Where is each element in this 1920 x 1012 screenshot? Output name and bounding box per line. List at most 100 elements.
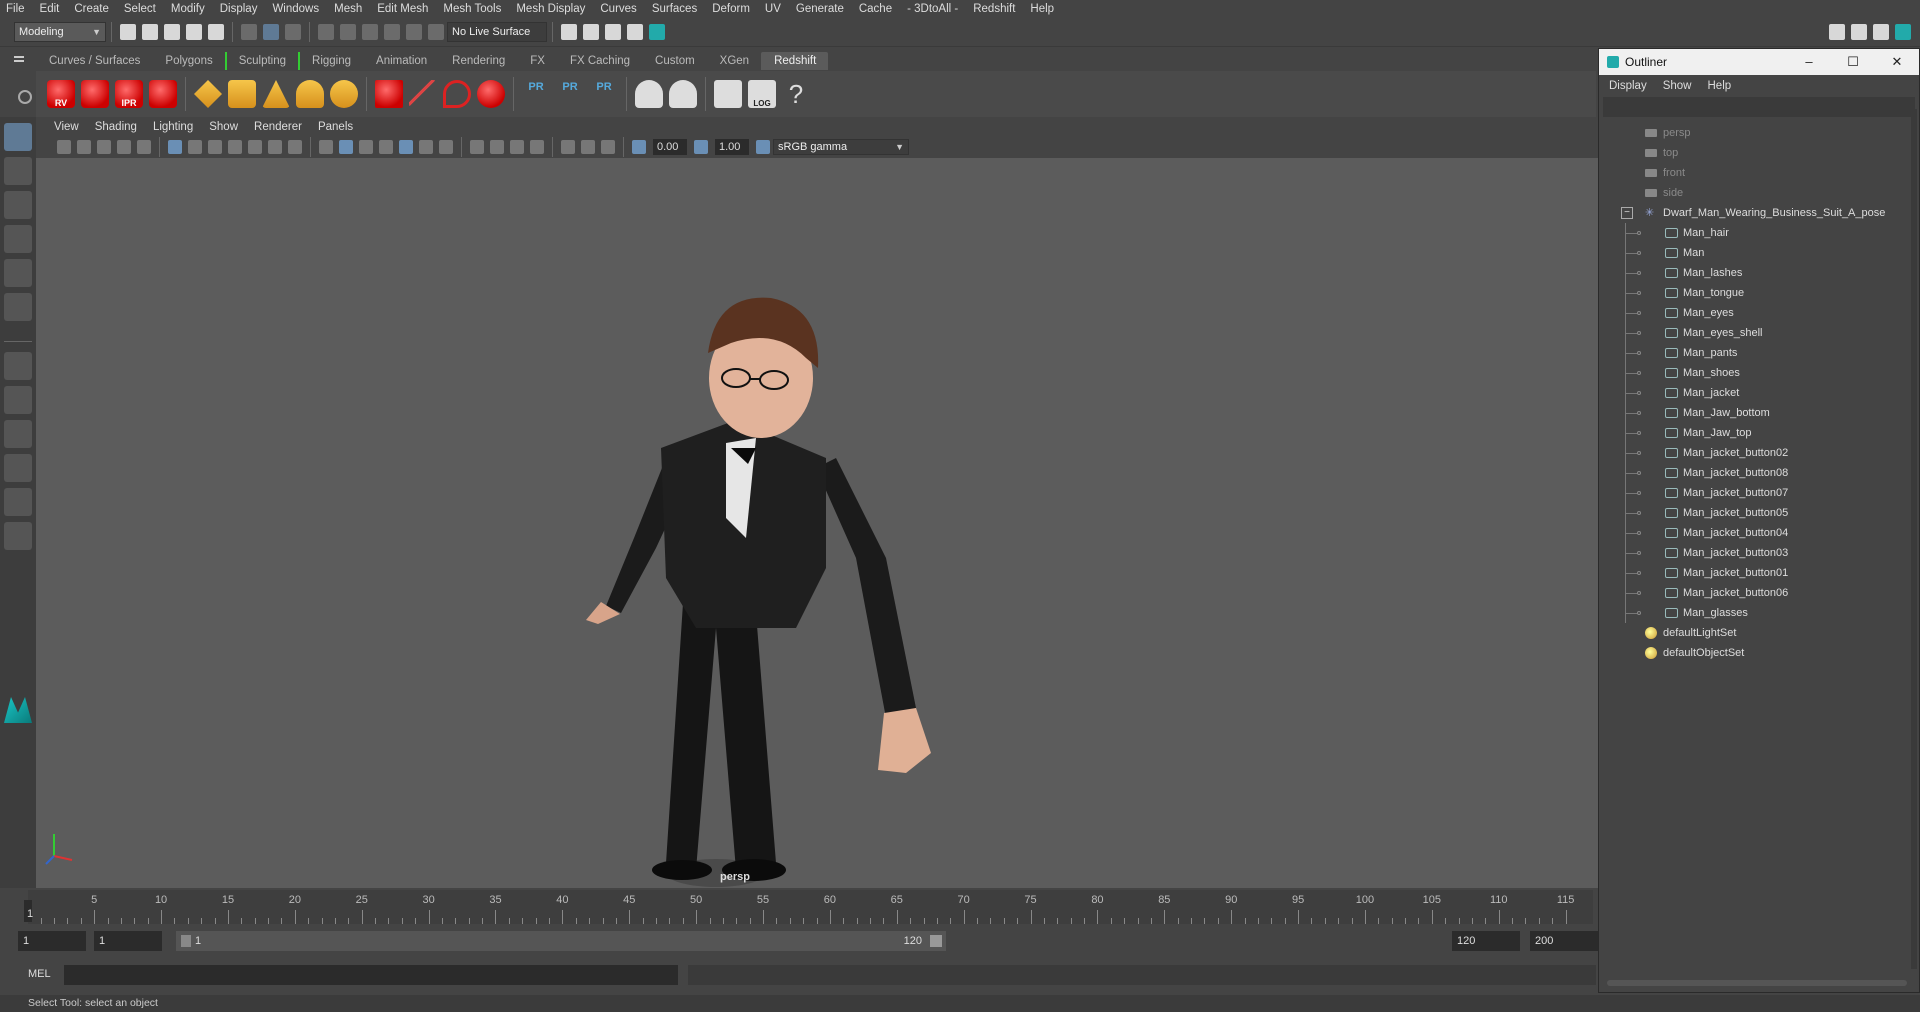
textured-icon[interactable] <box>399 140 413 154</box>
select-component-icon[interactable] <box>285 23 301 40</box>
render-frame-icon[interactable] <box>583 23 599 40</box>
snap-surface-icon[interactable] <box>406 23 422 40</box>
backface-icon[interactable] <box>601 140 615 154</box>
menu-15[interactable]: Generate <box>796 3 844 15</box>
menu-12[interactable]: Surfaces <box>652 3 697 15</box>
menu-17[interactable]: - 3DtoAll - <box>907 3 958 15</box>
workspace-icon[interactable] <box>1829 23 1845 40</box>
color-management-icon[interactable] <box>756 140 770 154</box>
move-tool-icon[interactable] <box>4 225 32 253</box>
shelf-tab-4[interactable]: Animation <box>363 52 439 70</box>
gamma-field[interactable]: 1.00 <box>715 139 749 155</box>
film-gate-icon[interactable] <box>188 140 202 154</box>
exposure-icon[interactable] <box>632 140 646 154</box>
outliner-filter[interactable] <box>1603 97 1915 117</box>
menu-19[interactable]: Help <box>1030 3 1054 15</box>
wireframe-icon[interactable] <box>319 140 333 154</box>
menu-2[interactable]: Create <box>74 3 109 15</box>
outliner-mesh-Man_Jaw_top[interactable]: Man_Jaw_top <box>1599 423 1919 443</box>
outliner-set-defaultLightSet[interactable]: defaultLightSet <box>1599 623 1919 643</box>
outliner-mesh-Man_jacket[interactable]: Man_jacket <box>1599 383 1919 403</box>
menu-5[interactable]: Display <box>220 3 258 15</box>
shelf-tab-2[interactable]: Sculpting <box>224 52 298 70</box>
image-plane-icon[interactable] <box>117 140 131 154</box>
shelf-tab-5[interactable]: Rendering <box>439 52 517 70</box>
command-input[interactable] <box>64 965 678 985</box>
time-slider[interactable]: 1 5 10 15 20 25 30 35 40 45 50 55 60 65 70 75 80 85 90 95 1… <box>0 888 1600 926</box>
panel-menu-5[interactable]: Panels <box>318 121 353 133</box>
render-settings-icon[interactable] <box>561 23 577 40</box>
grid-toggle-icon[interactable] <box>168 140 182 154</box>
outliner-mesh-Man_Jaw_bottom[interactable]: Man_Jaw_bottom <box>1599 403 1919 423</box>
ipr-shelf-icon[interactable]: IPR <box>115 80 143 108</box>
menu-7[interactable]: Mesh <box>334 3 362 15</box>
grid-light-icon[interactable] <box>228 80 256 108</box>
outliner-mesh-Man_eyes_shell[interactable]: Man_eyes_shell <box>1599 323 1919 343</box>
use-lights-icon[interactable] <box>419 140 433 154</box>
outliner-menu-2[interactable]: Help <box>1708 80 1732 92</box>
teapot-icon-2[interactable] <box>669 80 697 108</box>
camera-attributes-icon[interactable] <box>77 140 91 154</box>
minimize-icon[interactable]: – <box>1787 54 1831 70</box>
proxy-icon[interactable] <box>375 80 403 108</box>
redshift-render-icon[interactable] <box>649 23 665 40</box>
channel-box-icon[interactable] <box>1873 23 1889 40</box>
single-view-layout-icon[interactable] <box>4 352 32 380</box>
outliner-mesh-Man_tongue[interactable]: Man_tongue <box>1599 283 1919 303</box>
more-layouts-icon[interactable] <box>4 556 32 584</box>
panel-menu-0[interactable]: View <box>54 121 79 133</box>
panel-menu-4[interactable]: Renderer <box>254 121 302 133</box>
outliner-set-defaultObjectSet[interactable]: defaultObjectSet <box>1599 643 1919 663</box>
select-tool-icon[interactable] <box>4 123 32 151</box>
render-shelf-icon[interactable] <box>81 80 109 108</box>
new-scene-icon[interactable] <box>120 23 136 40</box>
range-end-handle[interactable] <box>930 935 942 947</box>
menu-18[interactable]: Redshift <box>973 3 1015 15</box>
menu-9[interactable]: Mesh Tools <box>443 3 501 15</box>
outliner-camera-front[interactable]: front <box>1599 163 1919 183</box>
menu-0[interactable]: File <box>6 3 25 15</box>
outliner-mesh-Man_jacket_button03[interactable]: Man_jacket_button03 <box>1599 543 1919 563</box>
hair-icon[interactable] <box>409 80 437 108</box>
log-icon[interactable]: LOG <box>748 80 776 108</box>
panel-menu-2[interactable]: Lighting <box>153 121 193 133</box>
exposure-field[interactable]: 0.00 <box>653 139 687 155</box>
shelf-tab-0[interactable]: Curves / Surfaces <box>36 52 152 70</box>
grease-pencil-icon[interactable] <box>137 140 151 154</box>
range-slider[interactable]: 1 120 <box>176 931 946 951</box>
pr-icon-2[interactable]: PR <box>556 80 584 108</box>
hypershade-layout-icon[interactable] <box>4 522 32 550</box>
outliner-menu-0[interactable]: Display <box>1609 80 1647 92</box>
field-chart-icon[interactable] <box>248 140 262 154</box>
outliner-mesh-Man_jacket_button04[interactable]: Man_jacket_button04 <box>1599 523 1919 543</box>
snap-curve-icon[interactable] <box>340 23 356 40</box>
time-ticks[interactable]: 1 5 10 15 20 25 30 35 40 45 50 55 60 65 70 75 80 85 90 95 1… <box>24 890 1593 924</box>
pr-icon-3[interactable]: PR <box>590 80 618 108</box>
spot-light-icon[interactable] <box>262 80 290 108</box>
range-start-handle[interactable] <box>181 935 191 948</box>
rotate-tool-icon[interactable] <box>4 259 32 287</box>
open-scene-icon[interactable] <box>142 23 158 40</box>
area-light-icon[interactable] <box>194 80 222 108</box>
paint-select-icon[interactable] <box>4 191 32 219</box>
menu-4[interactable]: Modify <box>171 3 205 15</box>
snap-live-icon[interactable] <box>428 23 444 40</box>
curve-icon[interactable] <box>443 80 471 108</box>
sphere-material-icon[interactable] <box>477 80 505 108</box>
outliner-vscroll[interactable] <box>1911 109 1917 969</box>
outliner-mesh-Man_jacket_button08[interactable]: Man_jacket_button08 <box>1599 463 1919 483</box>
panel-menu-3[interactable]: Show <box>209 121 238 133</box>
mel-label[interactable]: MEL <box>28 968 51 980</box>
shelf-tab-3[interactable]: Rigging <box>298 52 363 70</box>
anti-aliasing-icon[interactable] <box>490 140 504 154</box>
render-view-shelf-icon[interactable]: RV <box>47 80 75 108</box>
lighting-icon[interactable] <box>359 140 373 154</box>
outliner-mesh-Man_shoes[interactable]: Man_shoes <box>1599 363 1919 383</box>
menu-6[interactable]: Windows <box>272 3 319 15</box>
save-scene-icon[interactable] <box>164 23 180 40</box>
motion-blur-icon[interactable] <box>470 140 484 154</box>
render-settings-shelf-icon[interactable] <box>149 80 177 108</box>
ipr-render-icon[interactable] <box>605 23 621 40</box>
outliner-hscroll[interactable] <box>1607 980 1907 986</box>
gate-mask-icon[interactable] <box>228 140 242 154</box>
